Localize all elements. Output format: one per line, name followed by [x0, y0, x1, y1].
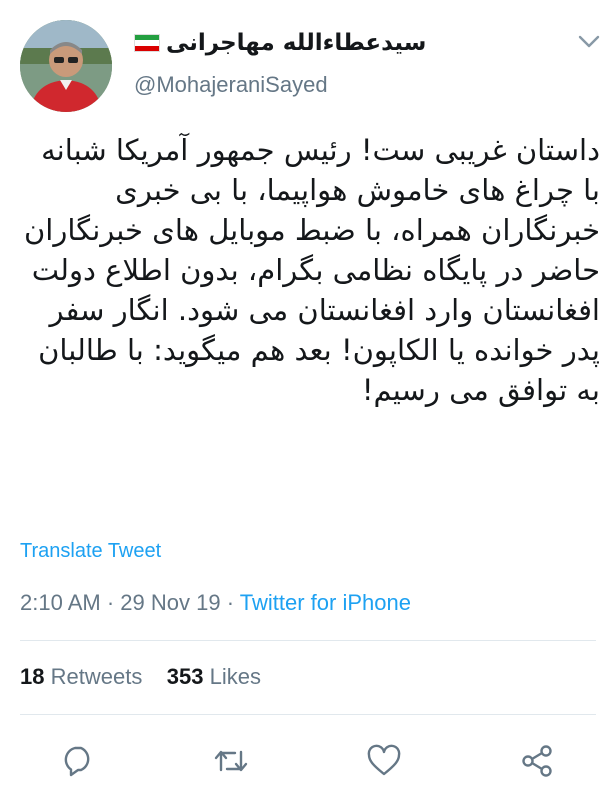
divider [20, 640, 596, 641]
retweet-icon[interactable] [213, 744, 249, 778]
user-handle[interactable]: @MohajeraniSayed [134, 72, 328, 98]
retweets-count: 18 [20, 664, 45, 689]
iran-flag-icon [134, 34, 160, 52]
avatar[interactable] [20, 20, 112, 112]
meta-separator: · [226, 590, 235, 615]
likes-count: 353 [166, 664, 204, 689]
share-icon[interactable] [519, 744, 555, 778]
likes-stat[interactable]: 353 Likes [167, 664, 261, 689]
tweet-meta: 2:10 AM · 29 Nov 19 · Twitter for iPhone [20, 590, 411, 616]
divider [20, 714, 596, 715]
avatar-photo [20, 20, 112, 112]
display-name-row: سیدعطاءالله مهاجرانی [134, 26, 426, 60]
tweet-stats: 18 Retweets 353 Likes [20, 664, 261, 690]
tweet-text: داستان غریبی ست! رئیس جمهور آمریکا شبانه… [24, 133, 600, 407]
meta-separator: · [106, 590, 115, 615]
tweet-source-link[interactable]: Twitter for iPhone [240, 590, 411, 615]
tweet-time: 2:10 AM [20, 590, 101, 615]
reply-icon[interactable] [60, 744, 96, 778]
tweet-date: 29 Nov 19 [120, 590, 221, 615]
like-icon[interactable] [366, 744, 402, 778]
display-name[interactable]: سیدعطاءالله مهاجرانی [166, 30, 426, 56]
chevron-down-icon[interactable] [578, 34, 600, 48]
tweet-actions [0, 738, 616, 782]
retweets-label: Retweets [50, 664, 143, 689]
retweets-stat[interactable]: 18 Retweets [20, 664, 142, 689]
tweet-header: سیدعطاءالله مهاجرانی @MohajeraniSayed [0, 0, 616, 120]
likes-label: Likes [209, 664, 261, 689]
translate-tweet-link[interactable]: Translate Tweet [20, 540, 161, 563]
